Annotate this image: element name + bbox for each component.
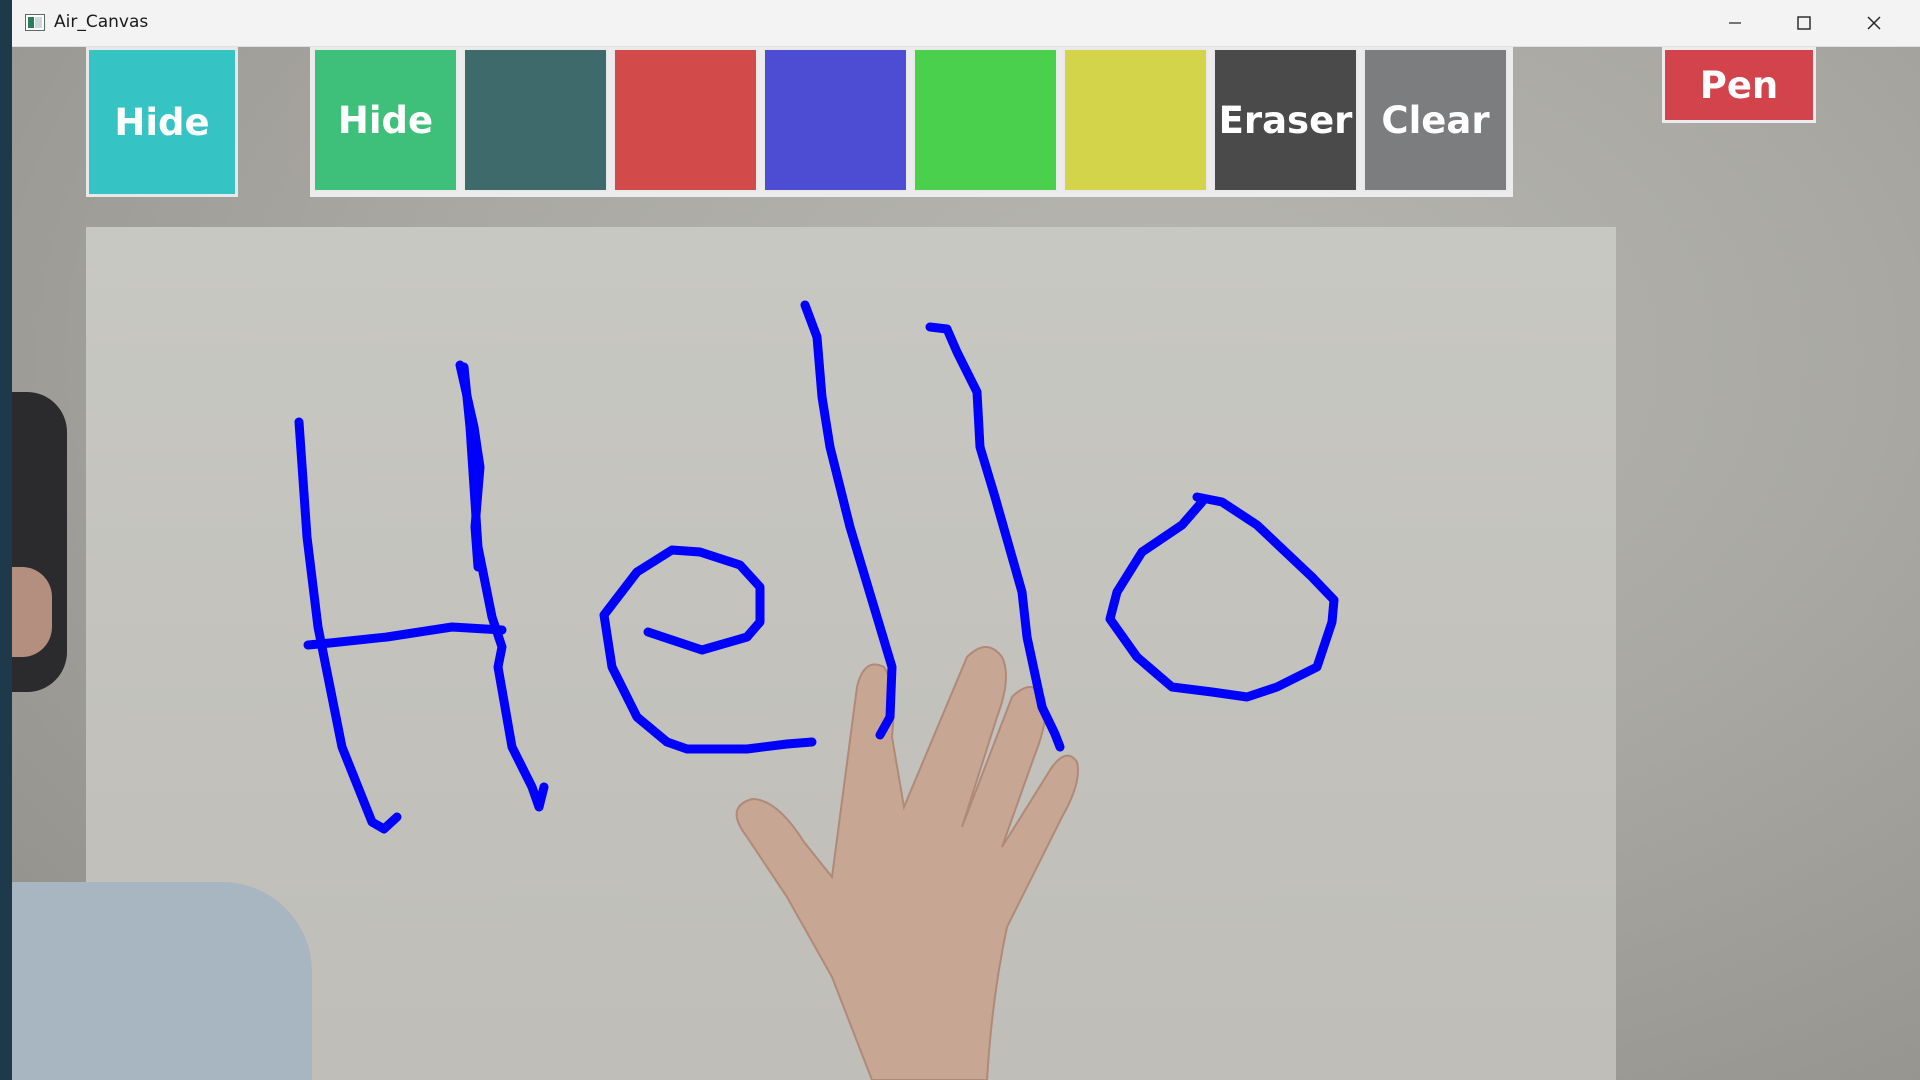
app-icon — [25, 14, 45, 31]
stroke-h-bar — [303, 622, 507, 650]
hide-button-palette-label: Hide — [337, 98, 434, 142]
color-swatch-red[interactable] — [613, 48, 758, 192]
maximize-icon — [1797, 16, 1811, 30]
close-button[interactable] — [1839, 0, 1909, 46]
eraser-button-label: Eraser — [1218, 98, 1353, 142]
color-swatch-green[interactable] — [913, 48, 1058, 192]
stroke-l-2 — [925, 322, 1065, 752]
clear-button-label: Clear — [1381, 98, 1490, 142]
toolbar: Hide Hide Eraser Clear Pen — [12, 47, 1920, 207]
pen-button[interactable]: Pen — [1662, 47, 1816, 123]
stroke-h-left — [294, 417, 402, 834]
hide-button-palette[interactable]: Hide — [313, 48, 458, 192]
color-palette: Hide Eraser Clear — [310, 47, 1513, 197]
window-title: Air_Canvas — [54, 12, 149, 32]
minimize-button[interactable] — [1700, 0, 1770, 46]
close-icon — [1867, 16, 1881, 30]
pen-button-label: Pen — [1699, 63, 1779, 107]
minimize-icon — [1729, 22, 1741, 24]
stroke-o — [1105, 492, 1339, 702]
color-swatch-slate[interactable] — [463, 48, 608, 192]
stroke-e — [599, 545, 817, 754]
color-swatch-yellow[interactable] — [1063, 48, 1208, 192]
stroke-l-1 — [800, 300, 897, 740]
title-bar: Air_Canvas — [12, 0, 1920, 47]
color-swatch-blue[interactable] — [763, 48, 908, 192]
hide-button-left[interactable]: Hide — [86, 47, 238, 197]
hide-button-left-label: Hide — [114, 100, 210, 144]
maximize-button[interactable] — [1769, 0, 1839, 46]
clear-button[interactable]: Clear — [1363, 48, 1508, 192]
app-window: Air_Canvas Hide Hide Eraser Clear Pen — [12, 0, 1920, 1080]
eraser-button[interactable]: Eraser — [1213, 48, 1358, 192]
